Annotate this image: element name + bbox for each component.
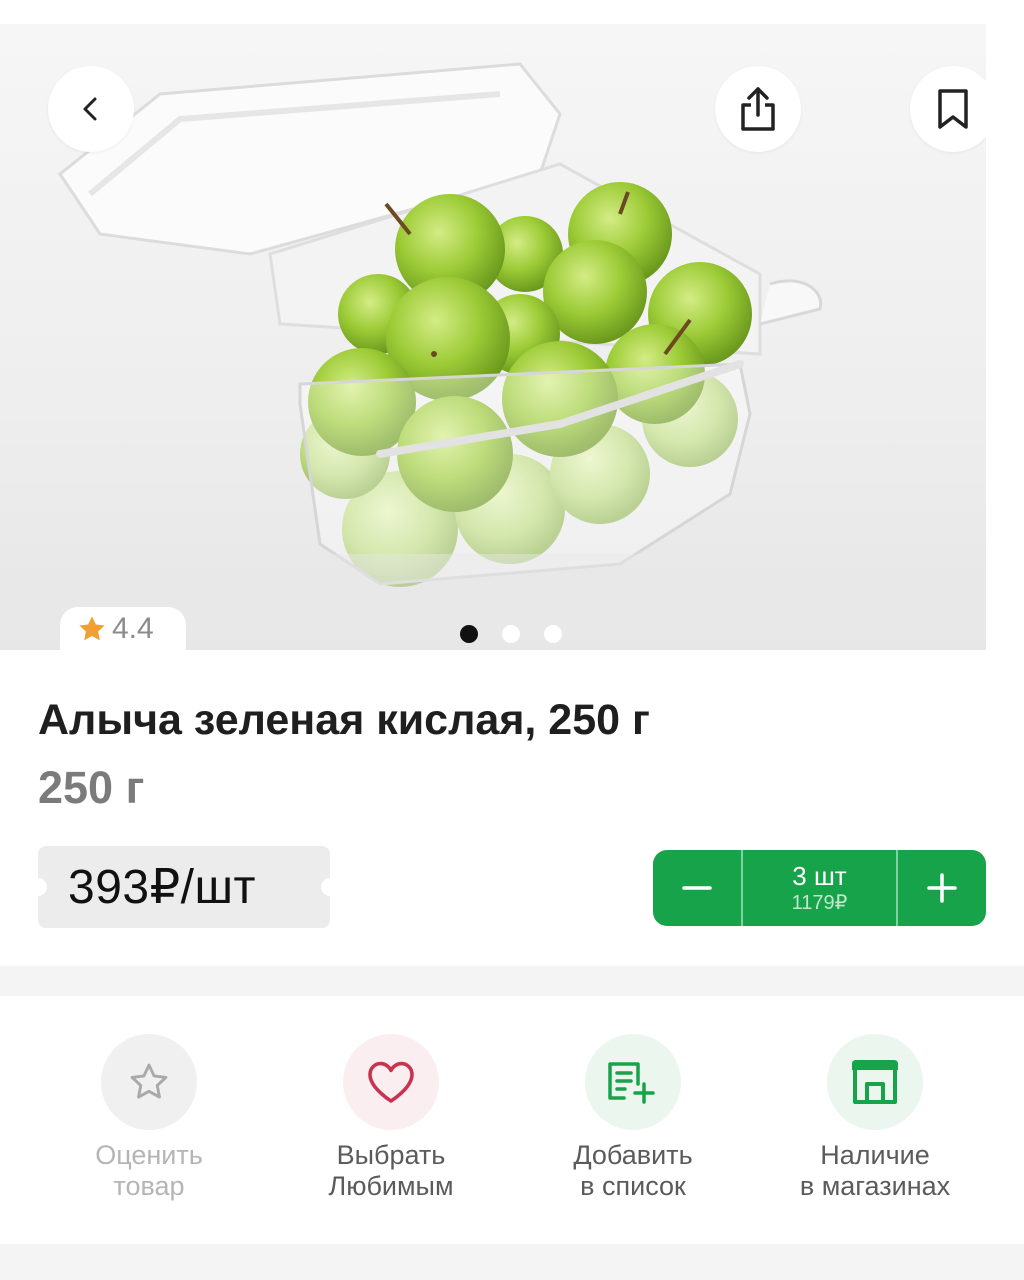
minus-icon	[682, 886, 712, 890]
rate-icon-circle	[101, 1034, 197, 1130]
back-button[interactable]	[48, 66, 134, 152]
star-outline-icon	[130, 1063, 168, 1099]
store-icon	[852, 1060, 898, 1104]
price-value: 393₽/шт	[68, 861, 256, 914]
add-list-icon-circle	[585, 1034, 681, 1130]
store-availability-button[interactable]: Наличие в магазинах	[775, 1034, 975, 1244]
favorite-label: Выбрать Любимым	[328, 1140, 454, 1201]
product-gallery[interactable]	[0, 24, 986, 650]
bookmark-icon	[938, 89, 968, 129]
heart-icon	[368, 1061, 414, 1103]
status-area	[0, 0, 1024, 24]
quantity-value: 3 шт	[792, 861, 847, 891]
add-to-list-label: Добавить в список	[573, 1140, 693, 1201]
gallery-edge	[986, 24, 1024, 650]
favorite-button[interactable]: Выбрать Любимым	[291, 1034, 491, 1244]
store-availability-label: Наличие в магазинах	[799, 1140, 951, 1201]
rating-value: 4.4	[112, 612, 154, 645]
price-tag: 393₽/шт	[29, 846, 339, 928]
plus-icon	[927, 873, 957, 903]
share-button[interactable]	[715, 66, 801, 152]
share-icon	[741, 87, 775, 131]
pagination-dot[interactable]	[544, 625, 562, 643]
product-info: Алыча зеленая кислая, 250 г 250 г 393₽/ш…	[0, 650, 1024, 966]
add-to-list-button[interactable]: Добавить в список	[533, 1034, 733, 1244]
quantity-total: 1179₽	[791, 892, 848, 914]
pagination-dot[interactable]	[502, 625, 520, 643]
decrease-button[interactable]	[653, 850, 741, 926]
quantity-display: 3 шт 1179₽	[743, 850, 896, 926]
gallery-pagination	[460, 625, 562, 643]
product-photo	[0, 62, 986, 650]
rate-product-button[interactable]: Оценить товар	[49, 1034, 249, 1244]
chevron-left-icon	[83, 97, 97, 121]
increase-button[interactable]	[898, 850, 986, 926]
list-add-icon	[608, 1062, 655, 1104]
favorite-icon-circle	[343, 1034, 439, 1130]
product-weight: 250 г	[38, 762, 145, 813]
quantity-stepper: 3 шт 1179₽	[653, 850, 986, 926]
product-actions: Оценить товар Выбрать Любимым Добавить в…	[0, 996, 1024, 1244]
star-icon	[79, 616, 105, 641]
product-title: Алыча зеленая кислая, 250 г	[38, 696, 650, 744]
pagination-dot-active[interactable]	[460, 625, 478, 643]
bookmark-button[interactable]	[910, 66, 986, 152]
rating-badge: 4.4	[60, 607, 186, 651]
store-icon-circle	[827, 1034, 923, 1130]
rate-product-label: Оценить товар	[95, 1140, 203, 1201]
